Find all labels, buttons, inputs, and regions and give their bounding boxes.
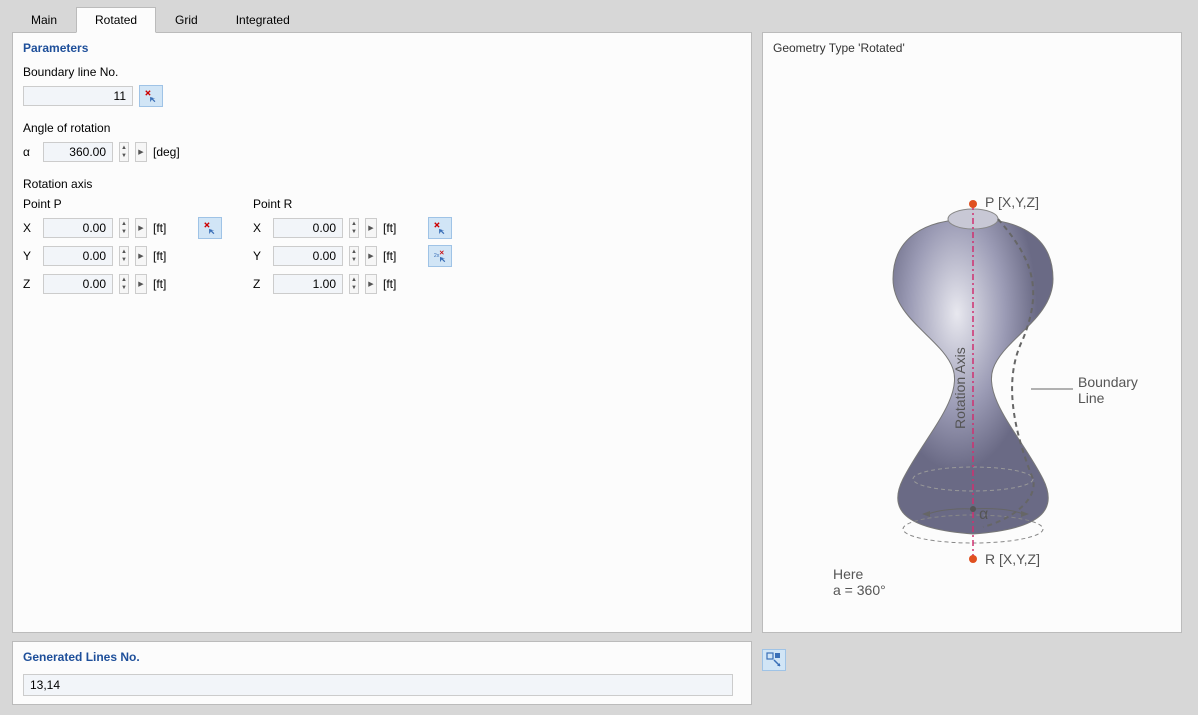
geometry-diagram: P [X,Y,Z] R [X,Y,Z] Rotation Axis Bounda… xyxy=(773,59,1173,619)
parameters-panel: Parameters Boundary line No. Angle of ro… xyxy=(12,32,752,633)
point-p-y-input[interactable] xyxy=(43,246,113,266)
boundary-input[interactable] xyxy=(23,86,133,106)
point-p-y-spinner[interactable]: ▲▼ xyxy=(119,246,129,266)
pick-icon xyxy=(203,221,217,235)
point-p-x-expand[interactable]: ▶ xyxy=(135,218,147,238)
point-p-y-unit: [ft] xyxy=(153,249,166,263)
point-r-y-expand[interactable]: ▶ xyxy=(365,246,377,266)
two-pick-button[interactable]: 2x xyxy=(428,245,452,267)
point-r-x-input[interactable] xyxy=(273,218,343,238)
generated-panel: Generated Lines No. xyxy=(12,641,752,705)
point-r-z-spinner[interactable]: ▲▼ xyxy=(349,274,359,294)
preview-title: Geometry Type 'Rotated' xyxy=(773,41,1171,55)
pick-point-p-button[interactable] xyxy=(198,217,222,239)
point-p-z-unit: [ft] xyxy=(153,277,166,291)
point-r-z-expand[interactable]: ▶ xyxy=(365,274,377,294)
axis-z-label: Z xyxy=(23,277,37,291)
two-pick-icon: 2x xyxy=(433,249,447,263)
diagram-label-p: P [X,Y,Z] xyxy=(985,194,1039,210)
diagram-label-r: R [X,Y,Z] xyxy=(985,551,1040,567)
parameters-title: Parameters xyxy=(23,41,741,55)
preview-panel: Geometry Type 'Rotated' xyxy=(762,32,1182,633)
axis-x-label: X xyxy=(23,221,37,235)
point-p-z-spinner[interactable]: ▲▼ xyxy=(119,274,129,294)
point-r-z-unit: [ft] xyxy=(383,277,396,291)
tab-main[interactable]: Main xyxy=(12,7,76,33)
point-p-y-expand[interactable]: ▶ xyxy=(135,246,147,266)
diagram-label-here1: Here xyxy=(833,566,864,582)
point-p-x-input[interactable] xyxy=(43,218,113,238)
tab-rotated[interactable]: Rotated xyxy=(76,7,156,33)
angle-symbol: α xyxy=(23,145,37,159)
point-r-x-expand[interactable]: ▶ xyxy=(365,218,377,238)
pick-boundary-button[interactable] xyxy=(139,85,163,107)
angle-input[interactable] xyxy=(43,142,113,162)
axis-z-label-r: Z xyxy=(253,277,267,291)
point-r-label: Point R xyxy=(253,197,453,211)
boundary-label: Boundary line No. xyxy=(23,65,741,79)
point-r-y-spinner[interactable]: ▲▼ xyxy=(349,246,359,266)
pick-icon xyxy=(144,89,158,103)
tab-integrated[interactable]: Integrated xyxy=(217,7,309,33)
apply-icon xyxy=(766,652,782,668)
pick-point-r-button[interactable] xyxy=(428,217,452,239)
angle-unit: [deg] xyxy=(153,145,180,159)
angle-label: Angle of rotation xyxy=(23,121,741,135)
generated-title: Generated Lines No. xyxy=(23,650,741,664)
diagram-label-alpha: α xyxy=(979,506,988,523)
generated-input[interactable] xyxy=(23,674,733,696)
pick-icon xyxy=(433,221,447,235)
tab-grid[interactable]: Grid xyxy=(156,7,217,33)
point-r-x-unit: [ft] xyxy=(383,221,396,235)
point-p-z-expand[interactable]: ▶ xyxy=(135,274,147,294)
rotation-axis-label: Rotation axis xyxy=(23,177,741,191)
point-p-z-input[interactable] xyxy=(43,274,113,294)
diagram-label-axis: Rotation Axis xyxy=(952,347,968,429)
diagram-label-boundary1: Boundary xyxy=(1078,374,1138,390)
point-p-x-unit: [ft] xyxy=(153,221,166,235)
axis-y-label-r: Y xyxy=(253,249,267,263)
diagram-label-here2: a = 360° xyxy=(833,582,886,598)
point-r-y-input[interactable] xyxy=(273,246,343,266)
point-p-x-spinner[interactable]: ▲▼ xyxy=(119,218,129,238)
apply-to-model-button[interactable] xyxy=(762,649,786,671)
point-r-y-unit: [ft] xyxy=(383,249,396,263)
point-p-label: Point P xyxy=(23,197,223,211)
axis-y-label: Y xyxy=(23,249,37,263)
angle-expand-button[interactable]: ▶ xyxy=(135,142,147,162)
preview-button-row xyxy=(762,641,1182,679)
axis-x-label-r: X xyxy=(253,221,267,235)
point-r-z-input[interactable] xyxy=(273,274,343,294)
angle-spinner[interactable]: ▲▼ xyxy=(119,142,129,162)
diagram-label-boundary2: Line xyxy=(1078,390,1105,406)
tab-bar: Main Rotated Grid Integrated xyxy=(0,0,1198,33)
point-r-x-spinner[interactable]: ▲▼ xyxy=(349,218,359,238)
svg-text:2x: 2x xyxy=(434,253,440,259)
